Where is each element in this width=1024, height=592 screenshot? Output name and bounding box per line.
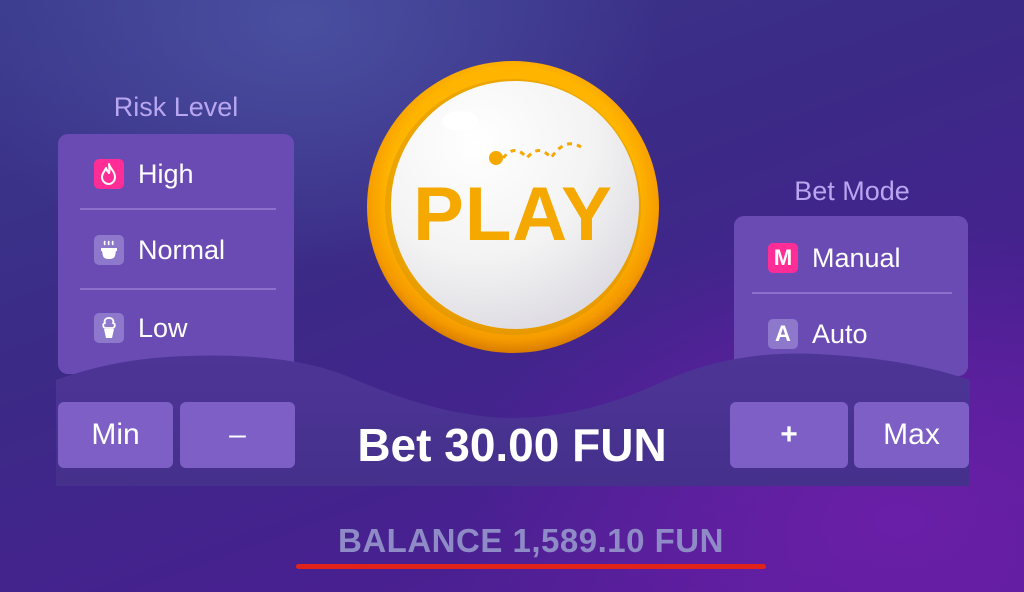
cup-icon: [94, 235, 124, 265]
divider: [80, 208, 276, 210]
bet-amount: Bet 30.00 FUN: [357, 419, 667, 471]
risk-level-panel: High Normal Low: [58, 134, 294, 374]
balance-underline: [296, 564, 766, 569]
risk-option-normal[interactable]: Normal: [58, 212, 294, 288]
play-button-graphic: [367, 61, 659, 353]
flame-icon: [94, 159, 124, 189]
min-bet-button[interactable]: Min: [58, 402, 173, 468]
risk-option-label: Normal: [138, 234, 226, 265]
risk-option-label: High: [138, 158, 194, 189]
bet-mode-title: Bet Mode: [794, 176, 910, 206]
manual-icon: M: [768, 243, 798, 273]
bet-mode-label: Manual: [812, 242, 901, 273]
divider: [752, 292, 952, 294]
risk-option-high[interactable]: High: [58, 136, 294, 212]
increase-bet-button[interactable]: +: [730, 402, 848, 468]
risk-option-label: Low: [138, 312, 188, 343]
bet-mode-manual[interactable]: M Manual: [734, 220, 968, 296]
risk-level-title: Risk Level: [113, 92, 239, 122]
max-bet-button[interactable]: Max: [854, 402, 969, 468]
decrease-bet-button[interactable]: –: [180, 402, 295, 468]
ice-cream-icon: [94, 313, 124, 343]
balance: BALANCE 1,589.10 FUN: [338, 522, 724, 559]
play-button[interactable]: PLAY: [365, 59, 661, 355]
